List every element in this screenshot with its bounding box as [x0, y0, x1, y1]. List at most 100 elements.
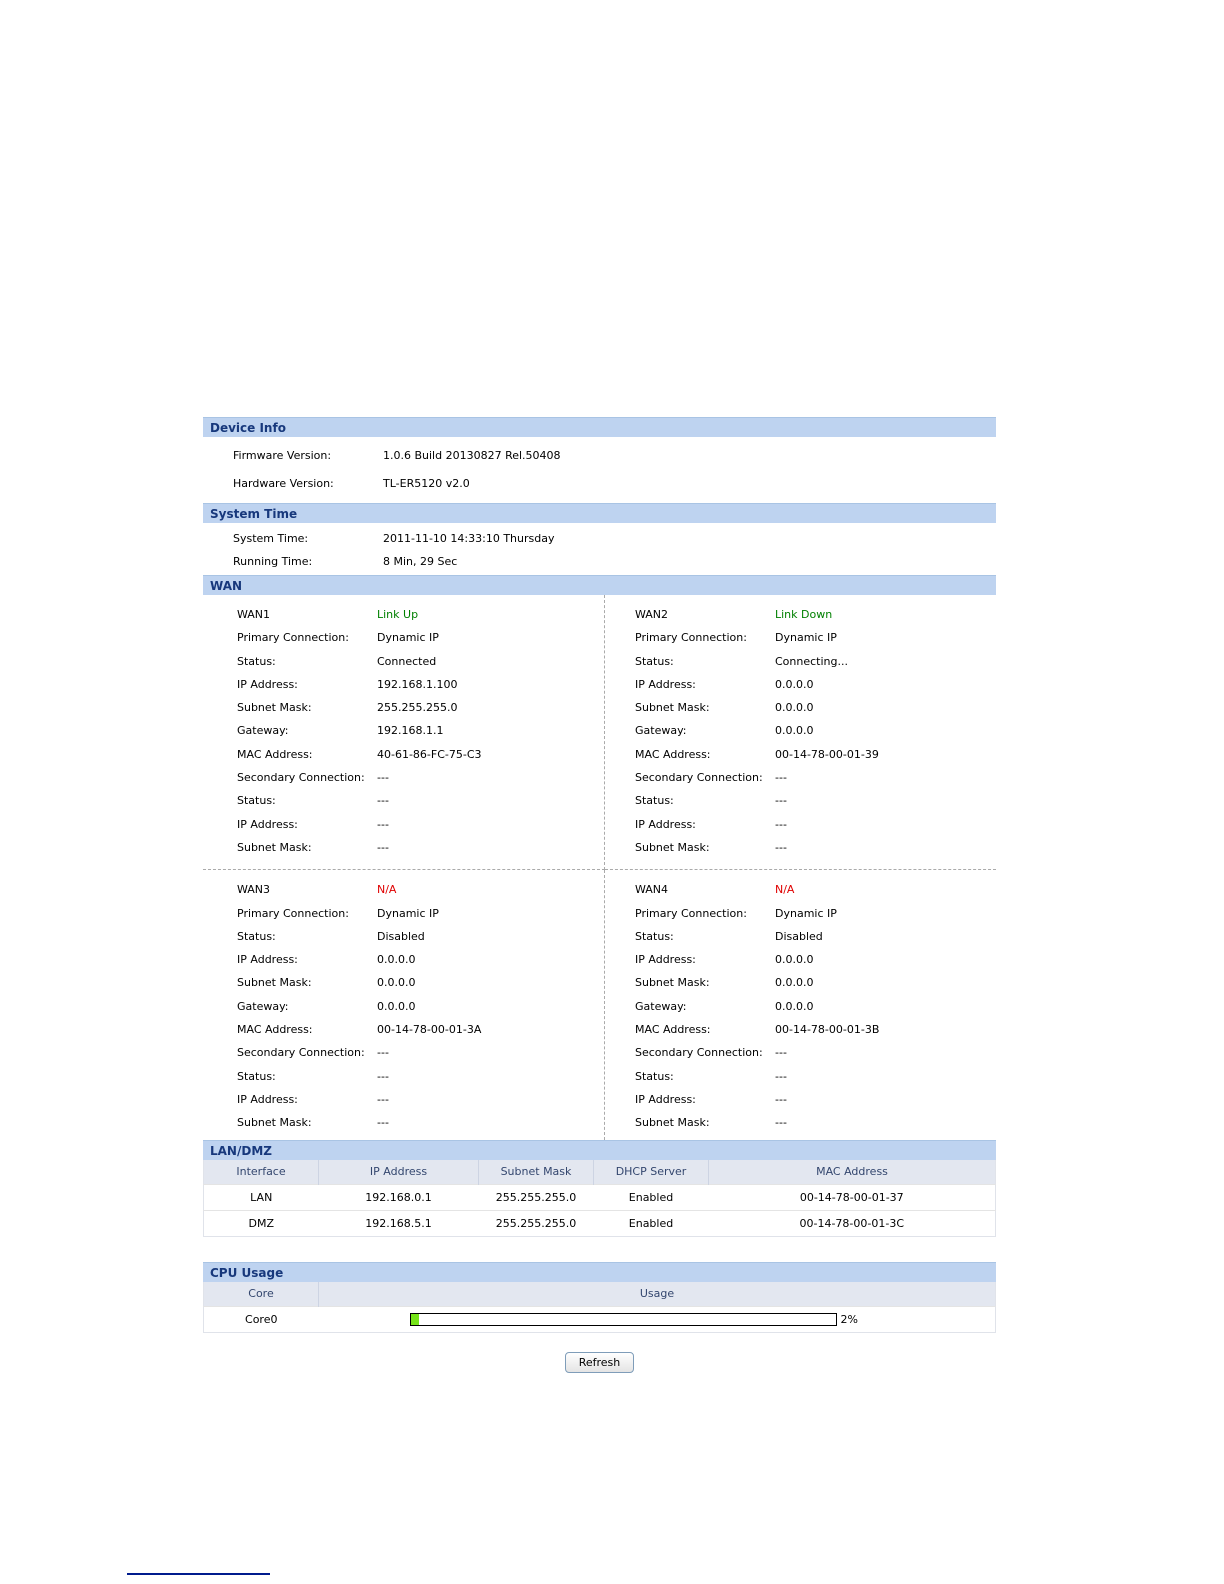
wan-field-value: --- [775, 817, 787, 831]
wan-title-row: WAN4 N/A [635, 878, 996, 901]
wan-detail-row: Status: --- [237, 789, 604, 812]
wan-field-value: 00-14-78-00-01-39 [775, 747, 879, 761]
section-header-system-time: System Time [203, 503, 996, 523]
wan-field-value: 0.0.0.0 [775, 724, 814, 738]
wan-field-value: 00-14-78-00-01-3A [377, 1023, 482, 1037]
running-time-label: Running Time: [233, 555, 313, 568]
wan-field-label: Status: [237, 929, 276, 943]
wan-detail-row: Subnet Mask: 0.0.0.0 [635, 971, 996, 994]
hardware-version-row: Hardware Version: TL-ER5120 v2.0 [233, 470, 996, 498]
wan-field-value: --- [377, 840, 389, 854]
wan-link-status: N/A [377, 883, 397, 897]
wan-field-label: Subnet Mask: [237, 840, 312, 854]
wan-detail-row: Primary Connection: Dynamic IP [237, 902, 604, 925]
wan-field-label: Subnet Mask: [237, 1116, 312, 1130]
wan-field-label: Subnet Mask: [635, 701, 710, 715]
wan-field-value: --- [775, 1116, 787, 1130]
wan-detail-row: Subnet Mask: --- [237, 1111, 604, 1134]
wan-link-status: Link Down [775, 608, 833, 621]
wan-field-value: --- [775, 771, 787, 785]
wan-detail-row: Primary Connection: Dynamic IP [635, 626, 996, 649]
wan-field-label: Gateway: [635, 724, 687, 738]
col-header-subnet-mask: Subnet Mask [478, 1159, 594, 1185]
wan-field-value: Disabled [775, 929, 823, 943]
wan-field-label: Status: [237, 1069, 276, 1083]
wan-field-value: --- [377, 1069, 389, 1083]
wan-status-grid: WAN1 Link Up Primary Connection: Dynamic I… [203, 595, 996, 1140]
wan-field-label: Secondary Connection: [635, 771, 763, 785]
cell-interface: DMZ [203, 1209, 319, 1237]
wan-title-row: WAN3 N/A [237, 878, 604, 901]
cpu-core-row: Core0 2% [203, 1305, 996, 1333]
wan-detail-row: Primary Connection: Dynamic IP [237, 626, 604, 649]
wan-field-label: Status: [635, 1069, 674, 1083]
wan-field-value: 0.0.0.0 [775, 976, 814, 990]
cpu-usage-percent-label: 2% [840, 1312, 858, 1326]
wan-detail-row: Subnet Mask: --- [237, 836, 604, 859]
system-time-value: 2011-11-10 14:33:10 Thursday [383, 532, 555, 545]
wan1-block: WAN1 Link Up Primary Connection: Dynamic I… [203, 595, 605, 871]
cell-mac-address: 00-14-78-00-01-37 [708, 1183, 996, 1211]
col-header-core: Core [203, 1281, 319, 1307]
system-time-section: System Time: 2011-11-10 14:33:10 Thursday… [203, 523, 996, 575]
wan-field-value: Dynamic IP [775, 906, 837, 920]
wan4-block: WAN4 N/A Primary Connection: Dynamic IP St… [605, 870, 996, 1139]
hardware-version-label: Hardware Version: [233, 477, 334, 490]
wan-detail-row: Status: Disabled [635, 925, 996, 948]
table-row-dmz: DMZ 192.168.5.1 255.255.255.0 Enabled 00… [203, 1209, 996, 1237]
cpu-usage-bar: 2% [409, 1312, 995, 1326]
wan-detail-row: MAC Address: 40-61-86-FC-75-C3 [237, 743, 604, 766]
page-bottom-line [127, 1573, 270, 1575]
cpu-usage-bar-fill [410, 1313, 419, 1325]
col-header-ip-address: IP Address [318, 1159, 479, 1185]
wan-detail-row: Primary Connection: Dynamic IP [635, 902, 996, 925]
wan-title-row: WAN2 Link Down [635, 603, 996, 626]
wan-field-label: IP Address: [237, 677, 298, 691]
wan-field-label: Primary Connection: [635, 631, 747, 645]
wan-field-value: Connecting... [775, 654, 848, 668]
wan-field-label: Gateway: [635, 999, 687, 1013]
refresh-button-row: Refresh [203, 1351, 996, 1373]
section-title: Device Info [210, 421, 286, 435]
wan-detail-row: IP Address: --- [635, 813, 996, 836]
cell-mac-address: 00-14-78-00-01-3C [708, 1209, 996, 1237]
wan-field-label: Gateway: [237, 724, 289, 738]
wan-detail-row: IP Address: --- [237, 813, 604, 836]
wan-title-row: WAN1 Link Up [237, 603, 604, 626]
cpu-usage-bar-track [409, 1312, 837, 1326]
running-time-value: 8 Min, 29 Sec [383, 555, 458, 568]
cell-subnet-mask: 255.255.255.0 [478, 1209, 594, 1237]
col-header-usage: Usage [318, 1281, 996, 1307]
wan-detail-row: IP Address: 0.0.0.0 [635, 673, 996, 696]
cpu-usage-table: Core Usage Core0 2% [203, 1281, 996, 1333]
wan-field-label: IP Address: [237, 817, 298, 831]
wan-field-value: Dynamic IP [377, 631, 439, 645]
wan-field-value: --- [775, 794, 787, 808]
wan-field-label: Subnet Mask: [635, 1116, 710, 1130]
wan-field-value: 192.168.1.1 [377, 724, 444, 738]
cell-ip-address: 192.168.0.1 [318, 1183, 479, 1211]
cell-interface: LAN [203, 1183, 319, 1211]
cell-ip-address: 192.168.5.1 [318, 1209, 479, 1237]
section-header-wan: WAN [203, 575, 996, 595]
cell-dhcp-server: Enabled [593, 1209, 709, 1237]
wan-detail-row: Status: --- [635, 789, 996, 812]
firmware-version-value: 1.0.6 Build 20130827 Rel.50408 [383, 449, 561, 462]
wan-field-label: MAC Address: [635, 1023, 711, 1037]
wan-link-status: N/A [775, 883, 795, 897]
refresh-button[interactable]: Refresh [564, 1351, 635, 1373]
wan-field-value: 0.0.0.0 [775, 953, 814, 967]
wan-detail-row: Subnet Mask: 0.0.0.0 [237, 971, 604, 994]
cell-dhcp-server: Enabled [593, 1183, 709, 1211]
firmware-version-label: Firmware Version: [233, 449, 332, 462]
wan-field-label: MAC Address: [237, 1023, 313, 1037]
wan-field-value: 192.168.1.100 [377, 677, 458, 691]
col-header-mac-address: MAC Address [708, 1159, 996, 1185]
wan2-block: WAN2 Link Down Primary Connection: Dynamic… [605, 595, 996, 871]
wan-field-label: Secondary Connection: [237, 1046, 365, 1060]
wan-field-value: --- [775, 1069, 787, 1083]
wan-field-value: --- [377, 817, 389, 831]
wan-field-label: MAC Address: [635, 747, 711, 761]
wan-detail-row: Subnet Mask: --- [635, 1111, 996, 1134]
wan-detail-row: Status: --- [237, 1065, 604, 1088]
